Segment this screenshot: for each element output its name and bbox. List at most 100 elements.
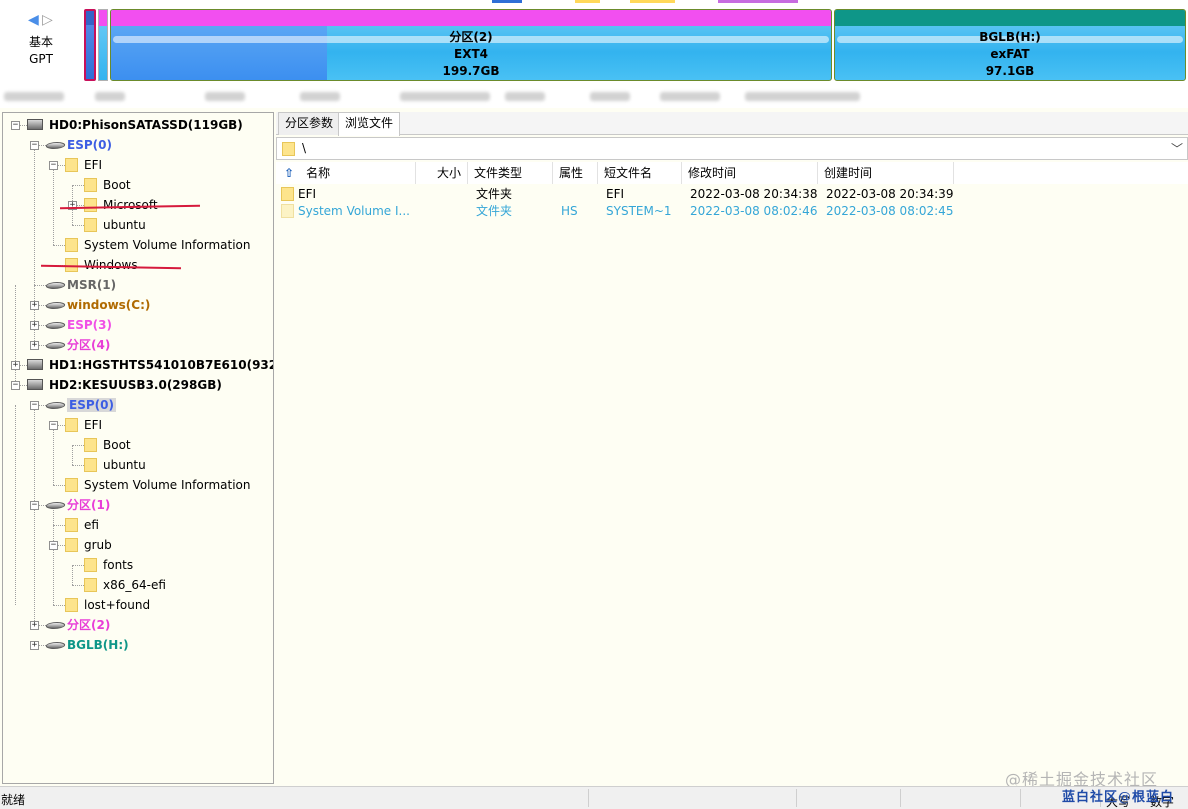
partition-esp-selected[interactable] (84, 9, 96, 81)
tree-node-esp-0[interactable]: ESP(0) (46, 396, 116, 414)
chevron-down-icon[interactable]: ﹀ (1171, 140, 1183, 157)
tree-node-msr-1[interactable]: MSR(1) (46, 276, 116, 294)
collapse-icon[interactable]: − (30, 401, 39, 410)
tree-node-boot[interactable]: Boot (84, 436, 131, 454)
column-name[interactable]: ⇧ 名称 (276, 162, 416, 184)
tree-node-hd1-hgsthts541010b7e610-932gb[interactable]: HD1:HGSTHTS541010B7E610(932GB) (27, 356, 273, 374)
partition-bar (111, 10, 831, 26)
tree-node-x86-64-efi[interactable]: x86_64-efi (84, 576, 166, 594)
tree-node-boot[interactable]: Boot (84, 176, 131, 194)
column-type[interactable]: 文件类型 (468, 162, 553, 184)
folder-icon (84, 198, 97, 212)
partition-name: BGLB(H:) (979, 30, 1041, 44)
column-created[interactable]: 创建时间 (818, 162, 954, 184)
up-arrow-icon[interactable]: ⇧ (284, 166, 294, 180)
column-size[interactable]: 大小 (416, 162, 468, 184)
column-short-name[interactable]: 短文件名 (598, 162, 682, 184)
tree-node-4[interactable]: 分区(4) (46, 336, 110, 354)
folder-icon (281, 204, 294, 218)
volume-icon (46, 301, 63, 308)
tree-node-label: lost+found (84, 598, 151, 612)
expand-icon[interactable]: + (30, 321, 39, 330)
tree-node-ubuntu[interactable]: ubuntu (84, 216, 146, 234)
collapse-icon[interactable]: − (11, 121, 20, 130)
tree-node-label: EFI (84, 418, 103, 432)
tree-node-label: Boot (103, 438, 131, 452)
tree-node-bglb-h[interactable]: BGLB(H:) (46, 636, 129, 654)
path-bar[interactable]: \ ﹀ (276, 137, 1188, 160)
tree-node-windows-c[interactable]: windows(C:) (46, 296, 150, 314)
tree-guide-line (15, 405, 16, 605)
tree-node-esp-0[interactable]: ESP(0) (46, 136, 112, 154)
column-modified[interactable]: 修改时间 (682, 162, 818, 184)
tree-node-label: fonts (103, 558, 134, 572)
tree-node-esp-3[interactable]: ESP(3) (46, 316, 112, 334)
collapse-icon[interactable]: − (30, 141, 39, 150)
blurred-toolbar-item (590, 92, 630, 101)
status-bar: 就绪 大写 数字 (0, 786, 1188, 809)
folder-icon (281, 187, 294, 201)
tree-node-efi[interactable]: EFI (65, 416, 102, 434)
tree-node-hd0-phisonsatassd-119gb[interactable]: HD0:PhisonSATASSD(119GB) (27, 116, 243, 134)
collapse-icon[interactable]: − (30, 501, 39, 510)
collapse-icon[interactable]: − (49, 541, 58, 550)
file-row[interactable]: EFI 文件夹 EFI 2022-03-08 20:34:38 2022-03-08 2… (276, 186, 1188, 203)
tree-node-grub[interactable]: grub (65, 536, 112, 554)
expand-icon[interactable]: + (30, 641, 39, 650)
expand-icon[interactable]: + (30, 341, 39, 350)
tree-node-lost-found[interactable]: lost+found (65, 596, 150, 614)
folder-icon (65, 158, 78, 172)
folder-icon (84, 458, 97, 472)
current-path: \ (302, 141, 307, 155)
left-arrow-icon[interactable]: ◀ (28, 12, 39, 28)
disk-tree-panel[interactable]: − HD0:PhisonSATASSD(119GB) − ESP(0) − EFI Boot… (2, 112, 274, 784)
tree-node-label: ESP(0) (67, 138, 112, 152)
tree-guide-line (72, 565, 73, 585)
status-separator (796, 789, 797, 807)
folder-icon (65, 418, 78, 432)
tree-guide-line (53, 485, 65, 486)
partition-block[interactable]: 分区(2) EXT4 199.7GB (110, 9, 832, 81)
column-attr[interactable]: 属性 (553, 162, 598, 184)
partition-block[interactable]: BGLB(H:) exFAT 97.1GB (834, 9, 1186, 81)
volume-icon (46, 341, 63, 348)
expand-icon[interactable]: + (30, 621, 39, 630)
tree-node-efi[interactable]: EFI (65, 156, 102, 174)
folder-icon (65, 478, 78, 492)
tree-node-efi[interactable]: efi (65, 516, 99, 534)
tree-node-fonts[interactable]: fonts (84, 556, 133, 574)
tree-node-ubuntu[interactable]: ubuntu (84, 456, 146, 474)
tree-node-system-volume-information[interactable]: System Volume Information (65, 236, 250, 254)
file-row[interactable]: System Volume I... 文件夹 HS SYSTEM~1 2022-03-0… (276, 203, 1188, 220)
expand-icon[interactable]: + (30, 301, 39, 310)
tree-guide-line (72, 445, 73, 465)
volume-icon (46, 281, 63, 288)
collapse-icon[interactable]: − (11, 381, 20, 390)
hard-disk-icon (27, 119, 43, 130)
partition-msr[interactable] (98, 9, 108, 81)
collapse-icon[interactable]: − (49, 161, 58, 170)
volume-icon (46, 141, 63, 148)
tab-partition-params[interactable]: 分区参数 (278, 112, 341, 135)
tree-node-label: HD2:KESUUSB3.0(298GB) (49, 378, 222, 392)
browse-panel: 分区参数 浏览文件 \ ﹀ ⇧ 名称 大小 文件类型 属性 短文件名 修改时间 创… (276, 112, 1188, 784)
volume-icon (46, 501, 63, 508)
tab-browse-files[interactable]: 浏览文件 (338, 112, 401, 136)
tree-node-1[interactable]: 分区(1) (46, 496, 110, 514)
tree-node-hd2-kesuusb3-0-298gb[interactable]: HD2:KESUUSB3.0(298GB) (27, 376, 222, 394)
tree-node-system-volume-information[interactable]: System Volume Information (65, 476, 250, 494)
partition-fs: exFAT (990, 47, 1030, 61)
file-short-cell: SYSTEM~1 (606, 204, 672, 218)
disk-navigation: ◀ ▷ (28, 12, 54, 30)
tree-node-label: 分区(1) (67, 498, 111, 512)
tree-node-2[interactable]: 分区(2) (46, 616, 110, 634)
tree-node-label: windows(C:) (67, 298, 151, 312)
collapse-icon[interactable]: − (49, 421, 58, 430)
file-modified-cell: 2022-03-08 08:02:46 (690, 204, 818, 218)
right-arrow-icon[interactable]: ▷ (42, 12, 53, 28)
partition-style: GPT (29, 52, 53, 66)
tree-node-label: EFI (84, 158, 103, 172)
tree-node-label: HD1:HGSTHTS541010B7E610(932GB) (49, 358, 273, 372)
expand-icon[interactable]: + (11, 361, 20, 370)
file-short-cell: EFI (606, 187, 625, 201)
